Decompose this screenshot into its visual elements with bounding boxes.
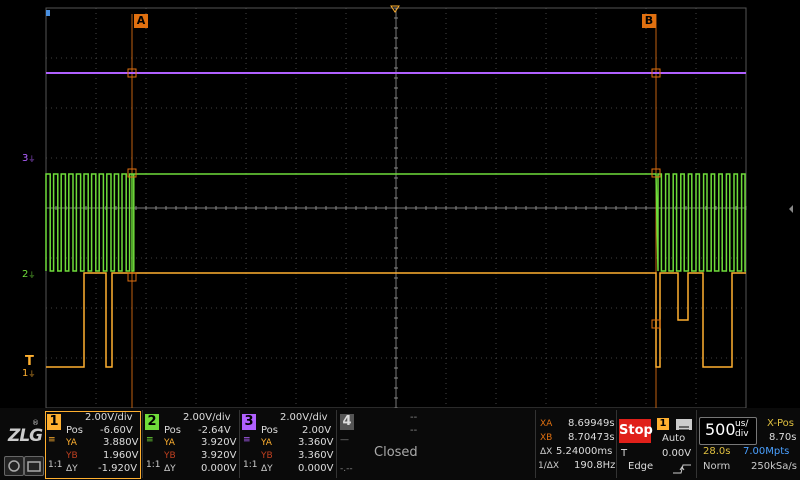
- ch1-vdiv: 2.00V/div: [85, 412, 133, 423]
- ch2-probe-ratio: 1:1: [146, 460, 161, 470]
- xpos-value: 8.70s: [769, 432, 797, 443]
- ch2-ya-label: YA: [164, 438, 175, 448]
- trigger-level-marker[interactable]: T: [25, 355, 34, 368]
- cursor-xa-value: 8.69949s: [568, 418, 615, 429]
- divider: [616, 410, 617, 478]
- ch4-probe-dash: -.--: [340, 464, 353, 474]
- ch1-ya-value: 3.880V: [103, 437, 139, 448]
- ch4-coupling-icon: —: [340, 435, 349, 445]
- cursor-dx-label: ΔX: [540, 447, 553, 457]
- ch1-yb-label: YB: [66, 451, 78, 461]
- trigger-position-icon[interactable]: [390, 5, 400, 13]
- ch1-number-badge[interactable]: 1: [47, 414, 61, 430]
- ch3-yb-value: 3.360V: [298, 450, 334, 461]
- ch3-dy-label: ΔY: [261, 464, 273, 474]
- ch1-probe-ratio: 1:1: [48, 460, 63, 470]
- ch2-dy-value: 0.000V: [201, 463, 237, 474]
- ch1-yb-value: 1.960V: [103, 450, 139, 461]
- ch3-ya-value: 3.360V: [298, 437, 334, 448]
- ch2-ya-value: 3.920V: [201, 437, 237, 448]
- rising-edge-icon: [672, 460, 692, 474]
- ch1-pos-label: Pos: [66, 425, 84, 436]
- ch1-ya-label: YA: [66, 438, 77, 448]
- ch2-pos-label: Pos: [164, 425, 182, 436]
- ch3-vdiv: 2.00V/div: [280, 412, 328, 423]
- ch4-status: Closed: [374, 445, 418, 460]
- ch4-number-badge[interactable]: 4: [340, 414, 354, 430]
- ch1-dy-value: -1.920V: [98, 463, 138, 474]
- cursor-xb-value: 8.70473s: [568, 432, 615, 443]
- ch2-coupling-icon: ≡: [146, 435, 154, 445]
- cursor-b-label[interactable]: B: [642, 14, 656, 28]
- run-stop-button[interactable]: Stop: [619, 419, 653, 443]
- ch2-pos-value: -2.64V: [198, 425, 231, 436]
- ch2-ground-marker[interactable]: 2⏚: [22, 270, 35, 280]
- timebase-value: 500: [705, 420, 736, 439]
- ch2-yb-label: YB: [164, 451, 176, 461]
- acquire-time: 28.0s: [703, 446, 731, 457]
- cursor-xa-label: XA: [540, 419, 553, 429]
- xpos-label[interactable]: X-Pos: [767, 419, 794, 429]
- timebase-unit-top: us/: [735, 419, 749, 429]
- trigger-source-badge[interactable]: 1: [657, 418, 669, 430]
- ch1-coupling-icon: ≡: [48, 435, 56, 445]
- ch1-ground-marker[interactable]: 1⏚: [22, 369, 35, 379]
- ch3-probe-ratio: 1:1: [243, 460, 258, 470]
- divider: [535, 410, 536, 478]
- waveform-display[interactable]: A B 3⏚ 2⏚ 1⏚ T: [0, 0, 800, 408]
- cursor-dx-value: 5.24000ms: [556, 446, 613, 457]
- ch3-ya-label: YA: [261, 438, 272, 448]
- ch3-yb-label: YB: [261, 451, 273, 461]
- cursor-xb-label: XB: [540, 433, 553, 443]
- ch3-number-badge[interactable]: 3: [242, 414, 256, 430]
- ch2-dy-label: ΔY: [164, 464, 176, 474]
- acquire-mode: Norm: [703, 461, 731, 472]
- trigger-level: 0.00V: [662, 448, 692, 459]
- ch3-dy-value: 0.000V: [298, 463, 334, 474]
- ch3-coupling-icon: ≡: [243, 435, 251, 445]
- ch3-ground-marker[interactable]: 3⏚: [22, 154, 35, 164]
- trigger-type[interactable]: Edge: [628, 462, 653, 472]
- trigger-t-label: T: [621, 448, 628, 459]
- sample-rate: 250kSa/s: [751, 461, 797, 472]
- trigger-coupling-icon: [676, 419, 692, 431]
- ch4-pos-dash: --: [410, 425, 418, 436]
- ch1-pos-value: -6.60V: [100, 425, 133, 436]
- cursor-inv-label: 1/ΔX: [538, 461, 560, 471]
- ch1-dy-label: ΔY: [66, 464, 78, 474]
- memory-depth: 7.00Mpts: [743, 446, 790, 457]
- timebase-unit-bottom: div: [735, 429, 749, 439]
- side-menu-arrow-icon[interactable]: [789, 205, 793, 213]
- ch2-number-badge[interactable]: 2: [145, 414, 159, 430]
- cursor-a-label[interactable]: A: [134, 14, 148, 28]
- registered-icon: ®: [32, 419, 39, 427]
- waveform-canvas: [45, 5, 793, 408]
- graticule: [45, 7, 747, 408]
- ch4-vdiv-dash: --: [410, 412, 418, 423]
- ch3-pos-label: Pos: [261, 425, 279, 436]
- ch2-vdiv: 2.00V/div: [183, 412, 231, 423]
- cursor-inv-value: 190.8Hz: [574, 460, 616, 471]
- divider: [696, 410, 697, 478]
- top-left-marker-icon: [46, 10, 50, 16]
- home-icon[interactable]: [4, 456, 24, 476]
- ch3-pos-value: 2.00V: [302, 425, 332, 436]
- ch2-yb-value: 3.920V: [201, 450, 237, 461]
- zlg-logo: ZLG: [8, 426, 43, 446]
- trigger-mode[interactable]: Auto: [662, 434, 685, 444]
- screenshot-icon[interactable]: [24, 456, 44, 476]
